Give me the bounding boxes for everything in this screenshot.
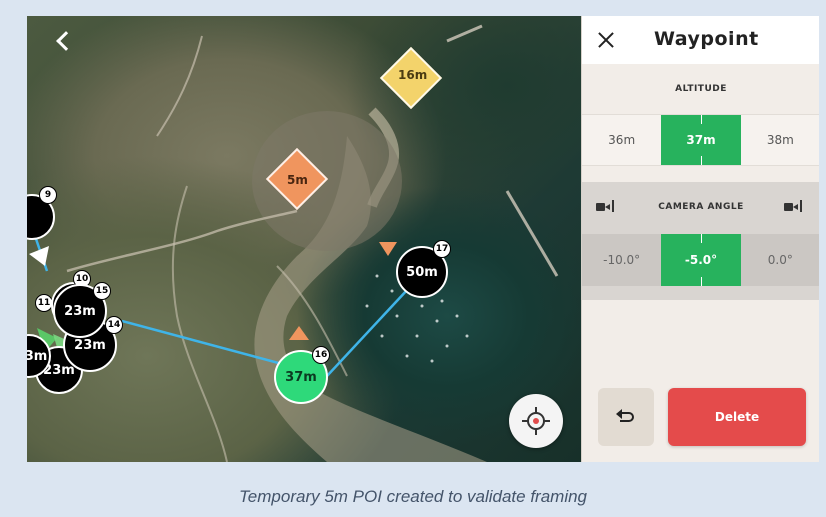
poi-altitude-label: 16m: [398, 68, 428, 82]
altitude-picker[interactable]: 36m 37m 38m: [582, 114, 819, 166]
panel-title: Waypoint: [654, 28, 759, 50]
waypoint-index-badge: 15: [93, 282, 111, 300]
waypoint-altitude: 50m: [406, 264, 438, 280]
altitude-option-selected[interactable]: 37m: [661, 115, 741, 165]
altitude-option[interactable]: 38m: [741, 115, 819, 165]
poi-direction-marker: [289, 326, 309, 340]
waypoint-marker[interactable]: 50m 17: [396, 240, 451, 298]
waypoint-marker[interactable]: 23m 15: [53, 282, 111, 338]
camera-tilt-up-icon: [784, 200, 806, 214]
camera-angle-header: CAMERA ANGLE: [582, 196, 819, 218]
waypoint-index-badge: 16: [312, 346, 330, 364]
altitude-label: ALTITUDE: [675, 84, 727, 94]
waypoint-index-badge: 17: [433, 240, 451, 258]
undo-icon: [616, 409, 636, 424]
camera-angle-option[interactable]: 0.0°: [741, 234, 819, 286]
recenter-button[interactable]: [509, 394, 563, 448]
poi-direction-marker: [379, 242, 397, 256]
altitude-option[interactable]: 36m: [582, 115, 661, 165]
camera-angle-option[interactable]: -10.0°: [582, 234, 661, 286]
undo-button[interactable]: [598, 388, 654, 446]
waypoint-altitude: 23m: [74, 337, 106, 353]
delete-button[interactable]: Delete: [668, 388, 806, 446]
camera-angle-section: CAMERA ANGLE -10.0° -5.0° 0.0°: [582, 182, 819, 300]
waypoint-panel: Waypoint ALTITUDE 36m 37m 38m CAMERA ANG…: [581, 16, 819, 462]
close-icon[interactable]: [596, 30, 616, 50]
waypoint-index-badge: 9: [39, 186, 57, 204]
waypoint-index-badge: 14: [105, 316, 123, 334]
poi-altitude-label: 5m: [287, 173, 308, 187]
app-frame: 16m 5m 9 50m 17 23m 23m 14 3m 11 10 23m: [27, 16, 819, 462]
satellite-map[interactable]: 16m 5m 9 50m 17 23m 23m 14 3m 11 10 23m: [27, 16, 581, 462]
waypoint-altitude: 3m: [27, 348, 48, 364]
waypoint-altitude: 37m: [285, 369, 317, 385]
camera-angle-option-selected[interactable]: -5.0°: [661, 234, 741, 286]
panel-header: Waypoint: [582, 16, 819, 64]
figure-caption: Temporary 5m POI created to validate fra…: [238, 487, 588, 506]
crosshair-icon: [527, 412, 545, 430]
back-chevron-icon[interactable]: [51, 24, 77, 56]
camera-angle-picker[interactable]: -10.0° -5.0° 0.0°: [582, 234, 819, 286]
waypoint-altitude: 23m: [64, 303, 96, 319]
waypoint-marker-selected[interactable]: 37m 16: [274, 346, 330, 404]
